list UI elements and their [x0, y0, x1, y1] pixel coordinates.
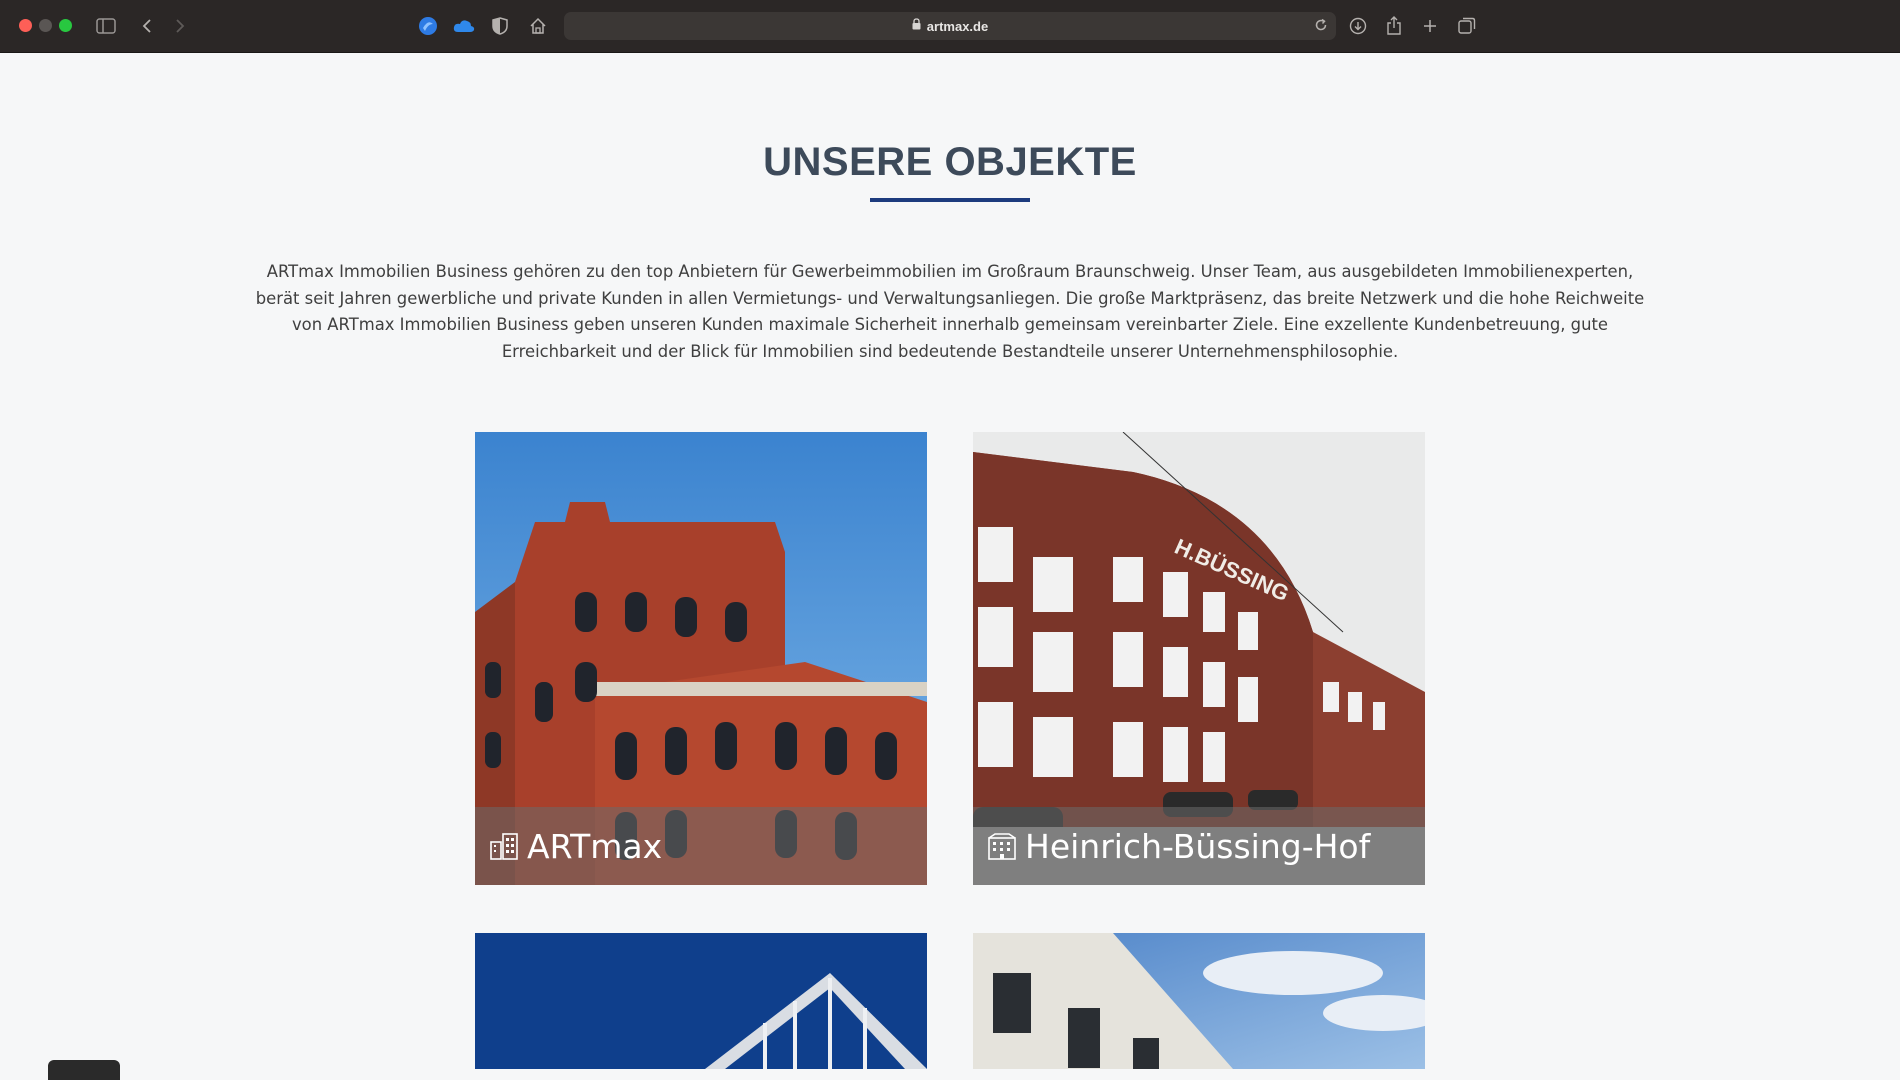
back-icon[interactable] — [135, 14, 159, 38]
close-window-button[interactable] — [19, 19, 32, 32]
object-image-4 — [973, 933, 1425, 1069]
page-title: UNSERE OBJEKTE — [763, 140, 1137, 184]
object-image-3 — [475, 933, 927, 1069]
cloud-icon[interactable] — [452, 14, 476, 38]
forward-icon[interactable] — [168, 14, 192, 38]
extension-icon[interactable] — [416, 14, 440, 38]
browser-toolbar: artmax.de — [0, 0, 1900, 53]
shield-icon[interactable] — [488, 14, 512, 38]
address-bar[interactable]: artmax.de — [564, 12, 1336, 40]
object-caption: Heinrich-Büssing-Hof — [973, 807, 1425, 885]
lock-icon — [912, 17, 921, 35]
object-card-artmax[interactable]: ARTmax — [475, 432, 927, 885]
home-icon[interactable] — [526, 14, 550, 38]
building-icon — [987, 832, 1017, 860]
chat-widget-tab[interactable] — [48, 1060, 120, 1080]
object-title: ARTmax — [527, 826, 663, 866]
zoom-window-button[interactable] — [59, 19, 72, 32]
building-icon — [489, 832, 519, 860]
reload-icon[interactable] — [1314, 18, 1328, 37]
tabs-overview-icon[interactable] — [1455, 14, 1479, 38]
title-underline — [870, 198, 1030, 202]
url-text: artmax.de — [926, 18, 989, 34]
new-tab-icon[interactable] — [1418, 14, 1442, 38]
object-card-heinrich-buessing-hof[interactable]: H.BÜSSING Heinrich-Büssing-Hof — [973, 432, 1425, 885]
minimize-window-button[interactable] — [39, 19, 52, 32]
share-icon[interactable] — [1382, 14, 1406, 38]
object-card-4[interactable] — [973, 933, 1425, 1069]
object-caption: ARTmax — [475, 807, 927, 885]
download-icon[interactable] — [1346, 14, 1370, 38]
object-card-3[interactable] — [475, 933, 927, 1069]
sidebar-icon[interactable] — [94, 14, 118, 38]
intro-text: ARTmax Immobilien Business gehören zu de… — [255, 262, 1645, 361]
object-title: Heinrich-Büssing-Hof — [1025, 826, 1371, 866]
